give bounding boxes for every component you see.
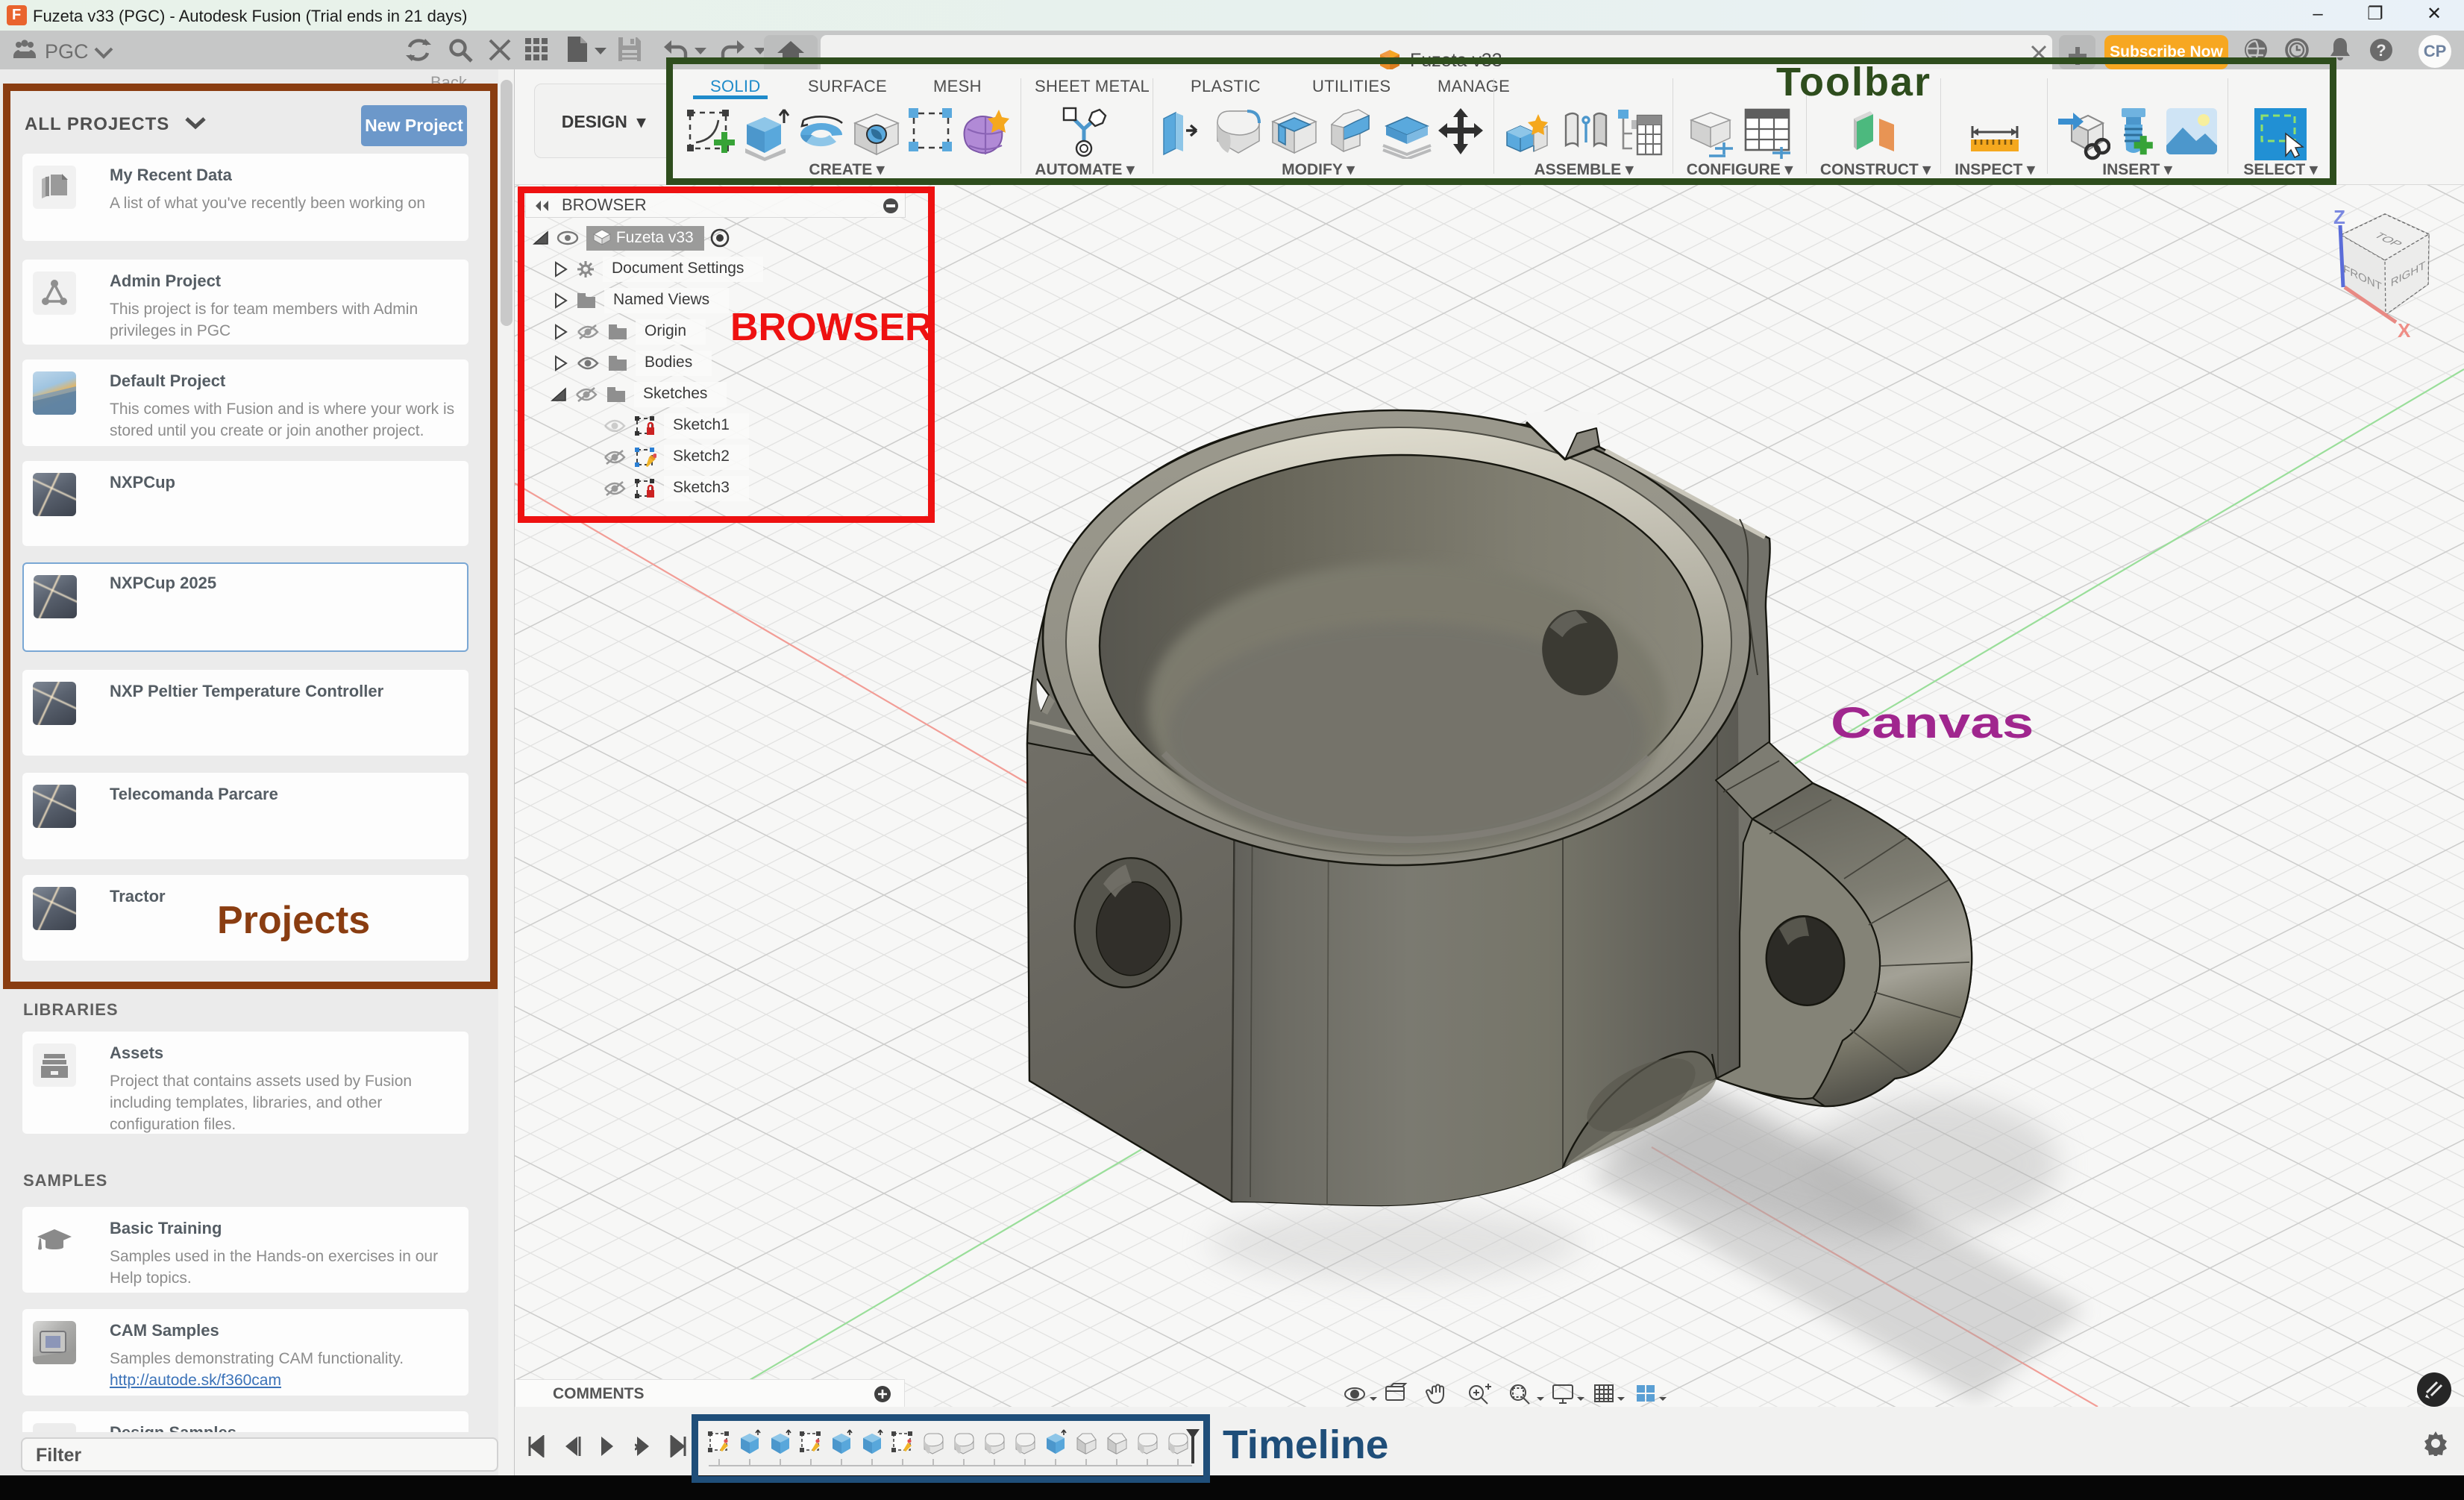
svg-text:X: X — [2398, 319, 2411, 342]
svg-text:?: ? — [2376, 41, 2386, 60]
svg-text:Z: Z — [2333, 206, 2345, 228]
